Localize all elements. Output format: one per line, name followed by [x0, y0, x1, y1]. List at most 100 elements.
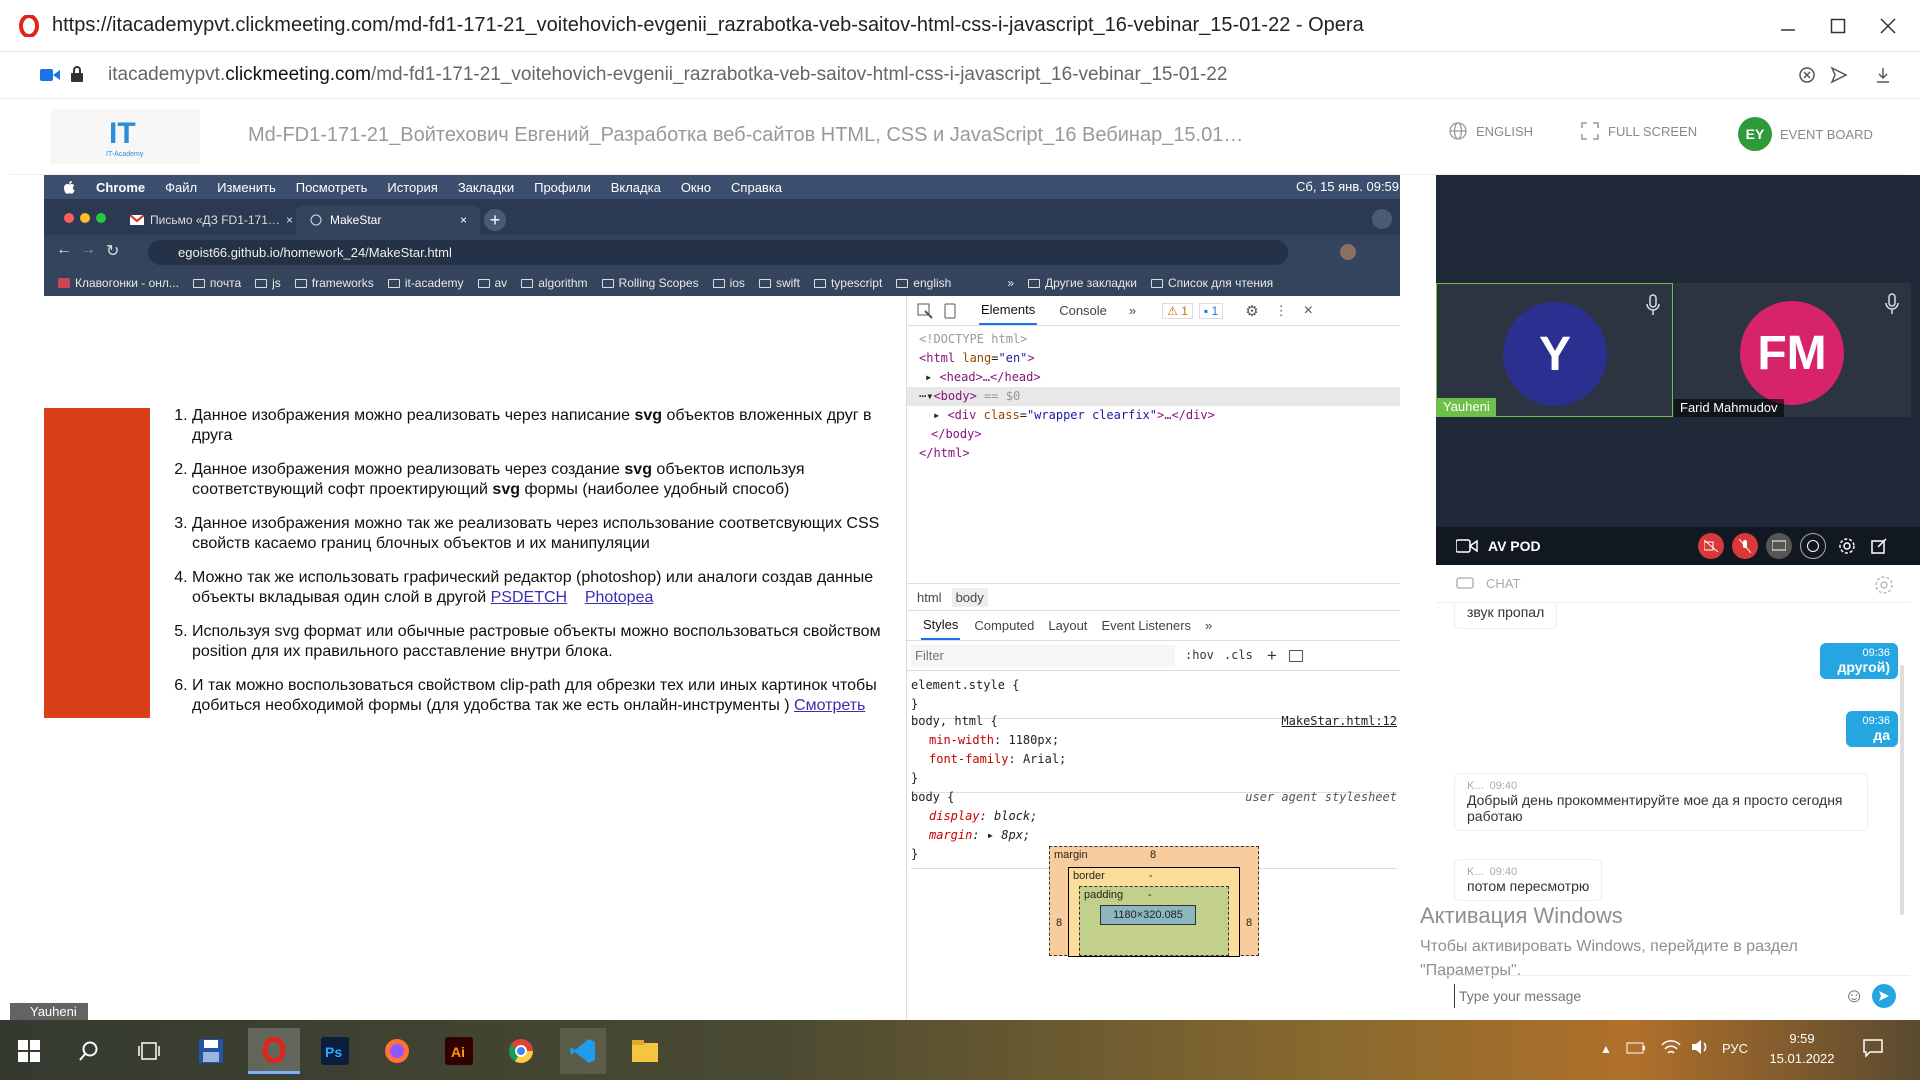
bookmarks-overflow[interactable]: »: [1007, 276, 1014, 290]
breadcrumb-body[interactable]: body: [951, 587, 988, 607]
bookmark-item[interactable]: frameworks: [294, 276, 374, 290]
class-toggle[interactable]: .cls: [1224, 646, 1253, 665]
bookmark-item[interactable]: Другие закладки: [1028, 276, 1137, 290]
bookmark-item[interactable]: js: [255, 276, 281, 290]
tab-styles[interactable]: Styles: [921, 611, 961, 640]
language-button[interactable]: ENGLISH: [1448, 121, 1533, 141]
dom-div-node[interactable]: ▸ <div class="wrapper clearfix">…</div>: [933, 406, 1399, 425]
hover-state-toggle[interactable]: :hov: [1185, 646, 1214, 665]
styles-filter-input[interactable]: [911, 644, 1175, 667]
reload-icon[interactable]: ↻: [106, 241, 119, 261]
taskbar-app[interactable]: Ai: [436, 1028, 482, 1074]
taskbar-app[interactable]: [622, 1028, 668, 1074]
inspect-icon[interactable]: [917, 303, 933, 319]
minimize-button[interactable]: [1762, 0, 1814, 52]
bookmark-item[interactable]: почта: [192, 276, 241, 290]
language-indicator[interactable]: РУС: [1722, 1041, 1748, 1056]
bookmark-item[interactable]: swift: [758, 276, 800, 290]
taskbar-app[interactable]: [498, 1028, 544, 1074]
volume-icon[interactable]: [1690, 1038, 1710, 1056]
mac-zoom-dot[interactable]: [96, 213, 106, 223]
settings-icon[interactable]: ⚙: [1245, 302, 1258, 320]
taskbar-app-active[interactable]: [248, 1028, 300, 1074]
dom-html-node[interactable]: <html lang="en">: [919, 349, 1399, 368]
taskbar-app[interactable]: [560, 1028, 606, 1074]
breadcrumb-html[interactable]: html: [917, 590, 942, 605]
bookmark-item[interactable]: av: [477, 276, 507, 290]
battery-icon[interactable]: [1626, 1040, 1646, 1056]
tab-elements[interactable]: Elements: [979, 296, 1038, 325]
start-button[interactable]: [6, 1028, 52, 1074]
settings-button[interactable]: [1834, 533, 1860, 559]
task-view-button[interactable]: [126, 1028, 172, 1074]
bookmark-item[interactable]: Список для чтения: [1150, 276, 1273, 290]
new-tab-button[interactable]: +: [484, 209, 506, 231]
taskbar-app[interactable]: Ps: [312, 1028, 358, 1074]
address-bar[interactable]: itacademypvt.clickmeeting.com/md-fd1-171…: [0, 52, 1920, 99]
mic-off-button[interactable]: [1732, 533, 1758, 559]
notification-center-icon[interactable]: [1862, 1038, 1884, 1058]
message-input[interactable]: [1454, 984, 1834, 1008]
source-link[interactable]: MakeStar.html:12: [1281, 712, 1397, 731]
send-icon[interactable]: [1830, 66, 1848, 84]
participant-tile[interactable]: Y Yauheni: [1436, 283, 1673, 417]
tab-computed[interactable]: Computed: [974, 618, 1034, 633]
screen-share-button[interactable]: [1766, 533, 1792, 559]
bookmark-item[interactable]: english: [896, 276, 951, 290]
participant-tile[interactable]: FM Farid Mahmudov: [1674, 283, 1911, 417]
bookmark-item[interactable]: Rolling Scopes: [601, 276, 699, 290]
taskbar-clock[interactable]: 9:59 15.01.2022: [1762, 1029, 1842, 1069]
profile-avatar[interactable]: [1340, 244, 1356, 260]
chrome-url-field[interactable]: egoist66.github.io/homework_24/MakeStar.…: [148, 240, 1288, 265]
send-button[interactable]: [1872, 984, 1896, 1008]
chat-scrollbar[interactable]: [1900, 665, 1904, 915]
fullscreen-button[interactable]: FULL SCREEN: [1580, 121, 1697, 141]
tab-event-listeners[interactable]: Event Listeners: [1101, 618, 1191, 633]
mac-minimize-dot[interactable]: [80, 213, 90, 223]
download-icon[interactable]: [1874, 66, 1892, 84]
maximize-button[interactable]: [1812, 0, 1864, 52]
wifi-icon[interactable]: [1660, 1038, 1682, 1056]
taskbar-app[interactable]: [188, 1028, 234, 1074]
bookmark-item[interactable]: it-academy: [387, 276, 464, 290]
bookmark-item[interactable]: ios: [712, 276, 745, 290]
add-rule-icon[interactable]: +: [1267, 646, 1277, 666]
tab-close-icon[interactable]: ×: [286, 213, 293, 227]
chrome-tab-makestar[interactable]: MakeStar ×: [296, 205, 480, 235]
bookmark-item[interactable]: algorithm: [521, 276, 588, 290]
dom-head-node[interactable]: ▸ <head>…</head>: [925, 368, 1399, 387]
tab-close-icon[interactable]: ×: [460, 213, 467, 227]
tab-layout[interactable]: Layout: [1048, 618, 1087, 633]
bookmark-item[interactable]: typescript: [813, 276, 882, 290]
tray-chevron-icon[interactable]: ▲: [1600, 1042, 1612, 1056]
url-text[interactable]: itacademypvt.clickmeeting.com/md-fd1-171…: [108, 64, 1708, 86]
bookmark-item[interactable]: Клавогонки - онл...: [58, 276, 179, 290]
toggle-sidebar-icon[interactable]: [1288, 649, 1303, 662]
dom-body-node[interactable]: ⋯▾<body> == $0: [907, 387, 1400, 406]
forward-arrow-icon[interactable]: →: [80, 241, 96, 259]
warning-badge[interactable]: ⚠ 1: [1162, 302, 1193, 319]
message-badge[interactable]: ▪ 1: [1198, 302, 1224, 319]
device-toggle-icon[interactable]: [943, 303, 957, 319]
tab-search-button[interactable]: [1372, 209, 1392, 229]
kebab-menu-icon[interactable]: ⋮: [1275, 303, 1288, 319]
search-button[interactable]: [66, 1028, 112, 1074]
event-board-button[interactable]: EY EVENT BOARD: [1738, 117, 1873, 151]
tab-console[interactable]: Console: [1059, 303, 1107, 318]
close-devtools-icon[interactable]: ×: [1304, 302, 1313, 320]
view-link[interactable]: Смотреть: [794, 697, 865, 714]
popout-button[interactable]: [1866, 533, 1892, 559]
stop-tracking-icon[interactable]: [1798, 66, 1816, 84]
taskbar-app[interactable]: [374, 1028, 420, 1074]
chrome-tab-mail[interactable]: Письмо «ДЗ FD1-171-21» — F ×: [116, 205, 296, 235]
back-arrow-icon[interactable]: ←: [56, 241, 72, 259]
emoji-icon[interactable]: ☺: [1844, 985, 1864, 1008]
gear-icon[interactable]: [1874, 575, 1894, 595]
chat-toggle-button[interactable]: [1800, 533, 1826, 559]
psdetch-link[interactable]: PSDETCH: [491, 589, 567, 606]
more-style-tabs[interactable]: »: [1205, 618, 1212, 633]
more-tabs[interactable]: »: [1129, 303, 1136, 318]
mac-close-dot[interactable]: [64, 213, 74, 223]
photopea-link[interactable]: Photopea: [585, 589, 654, 606]
close-button[interactable]: [1862, 0, 1914, 52]
